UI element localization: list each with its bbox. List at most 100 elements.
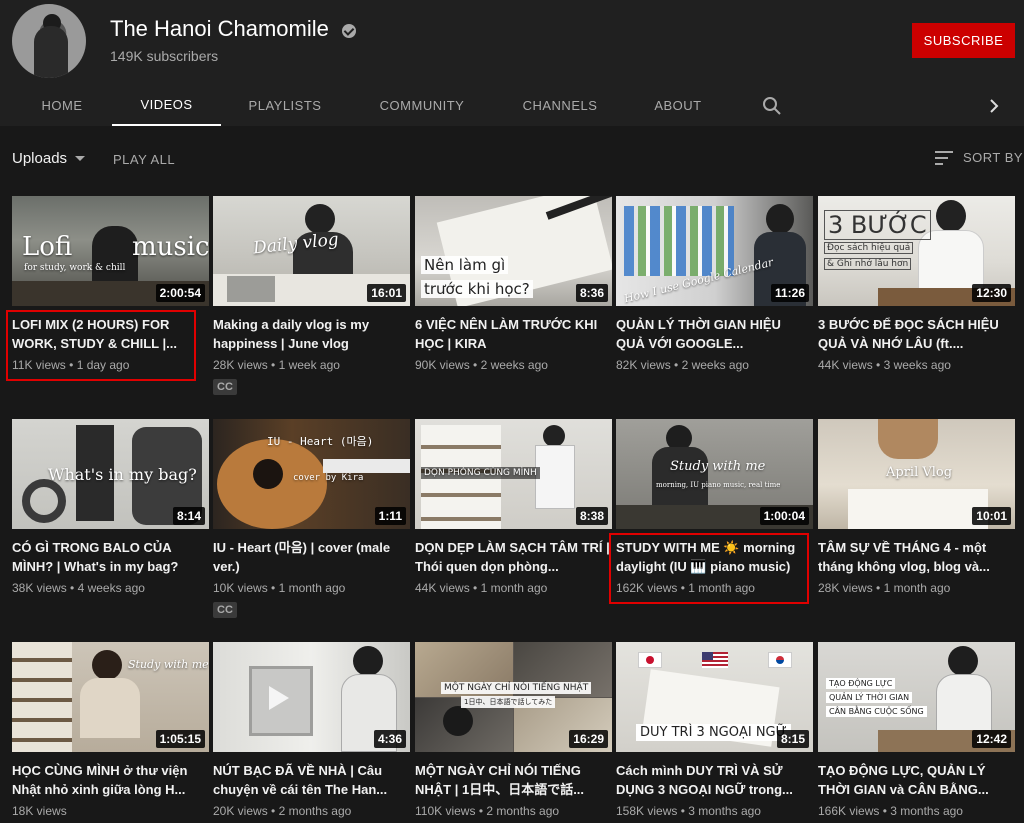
- video-thumbnail[interactable]: Nên làm gì trước khi học? 8:36: [415, 196, 612, 306]
- video-age: 1 month ago: [278, 581, 346, 595]
- thumb-text: for study, work & chill: [24, 263, 126, 273]
- video-views: 28K views: [213, 358, 268, 372]
- video-title[interactable]: CÓ GÌ TRONG BALO CỦA MÌNH? | What's in m…: [12, 538, 209, 576]
- video-age: 4 weeks ago: [77, 581, 145, 595]
- thumb-text: TẠO ĐỘNG LỰC: [826, 678, 896, 689]
- tab-playlists[interactable]: PLAYLISTS: [236, 84, 334, 126]
- avatar-figure: [34, 26, 68, 78]
- thumb-text: cover by Kira: [293, 473, 364, 483]
- tab-home[interactable]: HOME: [26, 84, 98, 126]
- video-thumbnail[interactable]: TẠO ĐỘNG LỰC QUẢN LÝ THỜI GIAN CÂN BẰNG …: [818, 642, 1015, 752]
- video-title[interactable]: IU - Heart (마음) | cover (male ver.): [213, 538, 410, 576]
- video-card[interactable]: Daily vlog 16:01 Making a daily vlog is …: [213, 196, 410, 395]
- video-meta: 158K views • 3 months ago: [616, 804, 761, 818]
- video-title[interactable]: QUẢN LÝ THỜI GIAN HIỆU QUẢ VỚI GOOGLE...: [616, 315, 813, 353]
- video-views: 10K views: [213, 581, 268, 595]
- video-title[interactable]: Making a daily vlog is my happiness | Ju…: [213, 315, 410, 353]
- video-thumbnail[interactable]: Lofi music for study, work & chill 2:00:…: [12, 196, 209, 306]
- thumb-text: DỌN PHÒNG CÙNG MÌNH: [421, 467, 540, 479]
- video-views: 18K views: [12, 804, 67, 818]
- video-card[interactable]: DỌN PHÒNG CÙNG MÌNH 8:38 DỌN DẸP LÀM SẠC…: [415, 419, 612, 595]
- video-age: 1 month ago: [883, 581, 951, 595]
- video-views: 20K views: [213, 804, 268, 818]
- video-duration: 2:00:54: [155, 284, 205, 302]
- channel-header: The Hanoi Chamomile 149K subscribers SUB…: [0, 0, 1024, 126]
- thumb-text: IU - Heart (마음): [267, 435, 374, 448]
- video-card[interactable]: MỘT NGÀY CHỈ NÓI TIẾNG NHẬT 1日中、日本語で話してみ…: [415, 642, 612, 818]
- video-thumbnail[interactable]: DỌN PHÒNG CÙNG MÌNH 8:38: [415, 419, 612, 529]
- video-card[interactable]: What's in my bag? 8:14 CÓ GÌ TRONG BALO …: [12, 419, 209, 595]
- tab-videos[interactable]: VIDEOS: [112, 84, 221, 126]
- video-meta: 44K views • 1 month ago: [415, 581, 548, 595]
- tab-about[interactable]: ABOUT: [643, 84, 713, 126]
- video-thumbnail[interactable]: 4:36: [213, 642, 410, 752]
- video-card[interactable]: Study with me 1:05:15 HỌC CÙNG MÌNH ở th…: [12, 642, 209, 818]
- thumb-text: music: [132, 232, 209, 262]
- video-duration: 8:15: [776, 730, 809, 748]
- thumb-text: trước khi học?: [421, 280, 533, 298]
- video-thumbnail[interactable]: Daily vlog 16:01: [213, 196, 410, 306]
- video-thumbnail[interactable]: Study with me 1:05:15: [12, 642, 209, 752]
- video-card[interactable]: TẠO ĐỘNG LỰC QUẢN LÝ THỜI GIAN CÂN BẰNG …: [818, 642, 1015, 818]
- video-thumbnail[interactable]: April Vlog 10:01: [818, 419, 1015, 529]
- video-title[interactable]: 6 VIỆC NÊN LÀM TRƯỚC KHI HỌC | KIRA: [415, 315, 612, 353]
- video-thumbnail[interactable]: DUY TRÌ 3 NGOẠI NGỮ 8:15: [616, 642, 813, 752]
- video-thumbnail[interactable]: IU - Heart (마음) cover by Kira 1:11: [213, 419, 410, 529]
- sort-by-button[interactable]: SORT BY: [935, 150, 1023, 165]
- highlight-box: [609, 533, 809, 604]
- video-views: 38K views: [12, 581, 67, 595]
- video-thumbnail[interactable]: 3 BƯỚC Đọc sách hiệu quả & Ghi nhớ lâu h…: [818, 196, 1015, 306]
- video-card[interactable]: April Vlog 10:01 TÂM SỰ VỀ THÁNG 4 - một…: [818, 419, 1015, 595]
- thumb-text: 3 BƯỚC: [824, 210, 931, 240]
- video-card[interactable]: 3 BƯỚC Đọc sách hiệu quả & Ghi nhớ lâu h…: [818, 196, 1015, 372]
- video-title[interactable]: NÚT BẠC ĐÃ VỀ NHÀ | Câu chuyện về cái tê…: [213, 761, 410, 799]
- video-card[interactable]: IU - Heart (마음) cover by Kira 1:11 IU - …: [213, 419, 410, 618]
- thumb-text: What's in my bag?: [48, 465, 197, 484]
- thumb-text: Lofi: [22, 232, 73, 262]
- video-duration: 1:05:15: [155, 730, 205, 748]
- thumb-text: morning, IU piano music, real time: [656, 481, 781, 489]
- video-card[interactable]: How I use Google Calendar 11:26 QUẢN LÝ …: [616, 196, 813, 372]
- video-thumbnail[interactable]: How I use Google Calendar 11:26: [616, 196, 813, 306]
- uploads-dropdown[interactable]: Uploads: [12, 150, 86, 167]
- video-age: 1 month ago: [480, 581, 548, 595]
- thumb-text: Nên làm gì: [421, 256, 509, 274]
- highlight-box: [6, 310, 196, 381]
- video-duration: 16:01: [367, 284, 406, 302]
- video-views: 44K views: [818, 358, 873, 372]
- uploads-label: Uploads: [12, 150, 68, 167]
- sort-icon: [935, 150, 953, 165]
- thumb-text: CÂN BẰNG CUỘC SỐNG: [826, 706, 927, 717]
- cc-badge: CC: [213, 379, 237, 395]
- video-card[interactable]: 4:36 NÚT BẠC ĐÃ VỀ NHÀ | Câu chuyện về c…: [213, 642, 410, 818]
- video-title[interactable]: DỌN DẸP LÀM SẠCH TÂM TRÍ | Thói quen dọn…: [415, 538, 612, 576]
- video-title[interactable]: 3 BƯỚC ĐỂ ĐỌC SÁCH HIỆU QUẢ VÀ NHỚ LÂU (…: [818, 315, 1015, 353]
- search-icon[interactable]: [762, 96, 782, 116]
- video-card[interactable]: Nên làm gì trước khi học? 8:36 6 VIỆC NÊ…: [415, 196, 612, 372]
- thumb-text: Study with me: [128, 658, 209, 671]
- thumb-text: & Ghi nhớ lâu hơn: [824, 258, 912, 270]
- play-all-button[interactable]: PLAY ALL: [113, 152, 175, 167]
- video-title[interactable]: Cách mình DUY TRÌ VÀ SỬ DỤNG 3 NGOẠI NGỮ…: [616, 761, 813, 799]
- video-title[interactable]: HỌC CÙNG MÌNH ở thư viện Nhật nhỏ xinh g…: [12, 761, 209, 799]
- tab-channels[interactable]: CHANNELS: [508, 84, 612, 126]
- video-age: 2 weeks ago: [480, 358, 548, 372]
- video-title[interactable]: TẠO ĐỘNG LỰC, QUẢN LÝ THỜI GIAN và CÂN B…: [818, 761, 1015, 799]
- video-duration: 8:36: [575, 284, 608, 302]
- video-title[interactable]: MỘT NGÀY CHỈ NÓI TIẾNG NHẬT | 1日中、日本語で話.…: [415, 761, 612, 799]
- chevron-right-icon[interactable]: [984, 96, 1004, 116]
- tab-community[interactable]: COMMUNITY: [366, 84, 478, 126]
- video-views: 44K views: [415, 581, 470, 595]
- subscribe-button[interactable]: SUBSCRIBE: [912, 23, 1015, 58]
- video-thumbnail[interactable]: Study with me morning, IU piano music, r…: [616, 419, 813, 529]
- video-title[interactable]: TÂM SỰ VỀ THÁNG 4 - một tháng không vlog…: [818, 538, 1015, 576]
- video-duration: 8:14: [172, 507, 205, 525]
- channel-avatar[interactable]: [12, 4, 86, 78]
- video-duration: 8:38: [575, 507, 608, 525]
- video-thumbnail[interactable]: MỘT NGÀY CHỈ NÓI TIẾNG NHẬT 1日中、日本語で話してみ…: [415, 642, 612, 752]
- video-duration: 10:01: [972, 507, 1011, 525]
- video-duration: 1:11: [374, 507, 406, 525]
- video-duration: 11:26: [770, 284, 809, 302]
- video-card[interactable]: DUY TRÌ 3 NGOẠI NGỮ 8:15 Cách mình DUY T…: [616, 642, 813, 818]
- video-thumbnail[interactable]: What's in my bag? 8:14: [12, 419, 209, 529]
